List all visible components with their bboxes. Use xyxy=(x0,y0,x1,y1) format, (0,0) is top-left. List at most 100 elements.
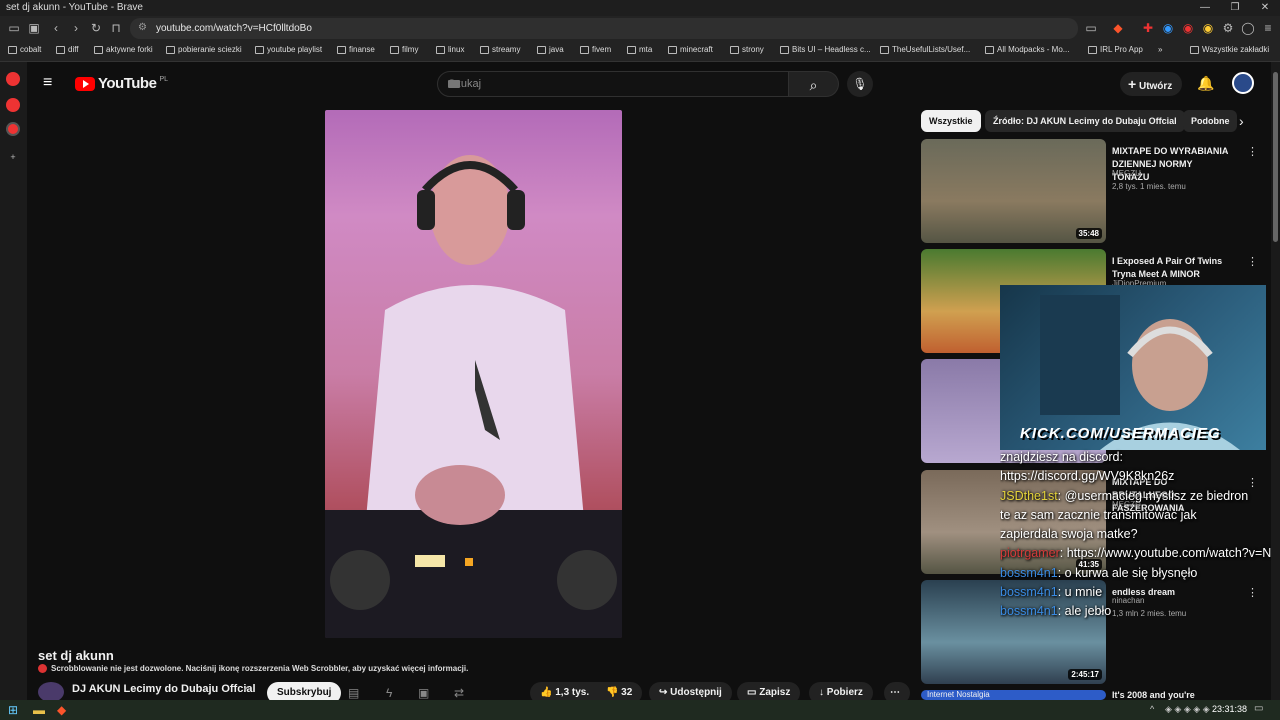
save-icon: ▭ xyxy=(747,687,757,698)
sidebar-toggle-icon[interactable]: ▭ xyxy=(6,20,22,36)
tray-chevron-icon[interactable]: ^ xyxy=(1150,704,1154,714)
search-button[interactable]: ⌕ xyxy=(789,71,839,97)
extension-icon[interactable]: ✚ xyxy=(1140,20,1156,36)
bookmark-folder[interactable]: java xyxy=(537,45,564,54)
chat-username: bossm4n1 xyxy=(1000,585,1058,600)
video-player[interactable] xyxy=(325,110,622,638)
tabs-icon[interactable]: ▣ xyxy=(26,20,42,36)
lightning-icon[interactable]: ϟ xyxy=(386,686,392,700)
sidebar-app-icon[interactable] xyxy=(6,122,20,136)
extension-icon[interactable]: ◉ xyxy=(1160,20,1176,36)
forward-icon[interactable]: › xyxy=(68,20,84,36)
extension-icon[interactable]: ◉ xyxy=(1180,20,1196,36)
bookmark-folder[interactable]: minecraft xyxy=(668,45,713,54)
sidebar-app-icon[interactable] xyxy=(6,72,20,86)
folder-icon xyxy=(668,45,677,54)
bookmark-folder[interactable]: streamy xyxy=(480,45,520,54)
bookmarks-overflow[interactable]: » xyxy=(1158,45,1162,54)
profile-icon[interactable]: ◯ xyxy=(1240,20,1256,36)
address-bar[interactable]: ⚙ youtube.com/watch?v=HCf0lltdoBo xyxy=(130,18,1078,39)
bookmark-item[interactable]: diff xyxy=(56,45,79,54)
bookmark-folder[interactable]: mta xyxy=(627,45,652,54)
like-button[interactable]: 👍 1,3 tys. xyxy=(540,687,589,698)
share-icon: ↪ xyxy=(659,687,668,698)
add-panel-icon[interactable]: + xyxy=(6,150,20,164)
bookmark-item[interactable]: cobalt xyxy=(8,45,41,54)
rec-title[interactable]: I Exposed A Pair Of Twins Tryna Meet A M… xyxy=(1112,255,1232,281)
search-input[interactable]: Szukaj xyxy=(437,71,789,97)
close-icon[interactable]: ✕ xyxy=(1250,0,1280,16)
image-icon[interactable]: ▣ xyxy=(418,686,429,700)
sidebar-app-icon[interactable] xyxy=(6,98,20,112)
menu-icon[interactable]: ≡ xyxy=(1260,20,1276,36)
chevron-right-icon[interactable]: › xyxy=(1239,113,1244,129)
hamburger-menu-icon[interactable]: ≡ xyxy=(43,74,52,92)
avatar[interactable] xyxy=(1232,72,1254,94)
brave-taskbar-icon[interactable]: ◆ xyxy=(57,703,66,717)
bookmark-item[interactable]: Bits UI – Headless c... xyxy=(780,45,871,54)
thumbs-down-icon: 👎 xyxy=(605,687,619,698)
recommended-video[interactable]: 35:48 MIXTAPE DO WYRABIANIA DZIENNEJ NOR… xyxy=(921,139,1261,243)
verified-icon: ✔ xyxy=(243,684,250,693)
bookmark-item[interactable]: IRL Pro App xyxy=(1088,45,1143,54)
voice-search-button[interactable]: 🎙 xyxy=(847,71,873,97)
notifications-icon[interactable]: ▭ xyxy=(1254,703,1263,714)
rec-channel[interactable]: MEGZU xyxy=(1112,169,1141,178)
page-scrollbar[interactable] xyxy=(1271,62,1280,700)
document-icon[interactable]: ▤ xyxy=(348,686,359,700)
bookmark-folder[interactable]: strony xyxy=(730,45,764,54)
extension-icon[interactable]: ◉ xyxy=(1200,20,1216,36)
bookmark-item[interactable]: TheUsefulLists/Usef... xyxy=(880,45,970,54)
back-icon[interactable]: ‹ xyxy=(48,20,64,36)
windows-start-icon[interactable]: ⊞ xyxy=(8,703,18,717)
channel-name[interactable]: DJ AKUN Lecimy do Dubaju Offcial xyxy=(72,683,256,695)
bookmark-item[interactable]: pobieranie sciezki xyxy=(166,45,242,54)
recommended-video[interactable]: Internet Nostalgia It's 2008 and you're … xyxy=(921,690,1261,700)
site-info-icon[interactable]: ⚙ xyxy=(138,22,147,33)
folder-icon xyxy=(480,45,489,54)
extensions-menu-icon[interactable]: ⚙ xyxy=(1220,20,1236,36)
repeat-icon[interactable]: ⇄ xyxy=(454,686,464,700)
rec-title[interactable]: It's 2008 and you're listening to xyxy=(1112,690,1232,700)
bookmark-folder[interactable]: finanse xyxy=(337,45,375,54)
keyboard-icon[interactable] xyxy=(448,80,460,88)
clock: 23:31:38 xyxy=(1212,704,1248,714)
more-options-icon[interactable]: ⋮ xyxy=(1247,255,1258,268)
chip-source[interactable]: Źródło: DJ AKUN Lecimy do Dubaju Offcial xyxy=(985,110,1185,132)
bookmark-folder[interactable]: filmy xyxy=(390,45,418,54)
file-explorer-icon[interactable]: ▬ xyxy=(33,703,45,717)
youtube-logo[interactable]: YouTube PL xyxy=(75,75,168,92)
scrollbar-thumb[interactable] xyxy=(1273,72,1278,242)
folder-icon xyxy=(580,45,589,54)
bookmark-item[interactable]: All Modpacks - Mo... xyxy=(985,45,1069,54)
reload-icon[interactable]: ↻ xyxy=(88,20,104,36)
bookmark-folder[interactable]: linux xyxy=(436,45,464,54)
cast-icon[interactable]: ▭ xyxy=(1083,20,1099,36)
scrobbler-icon xyxy=(38,664,47,673)
rec-title[interactable]: MIXTAPE DO WYRABIANIA DZIENNEJ NORMY TON… xyxy=(1112,145,1232,184)
minimize-icon[interactable]: — xyxy=(1190,0,1220,16)
create-button[interactable]: + Utwórz xyxy=(1120,72,1182,96)
chip-all[interactable]: Wszystkie xyxy=(921,110,981,132)
more-options-icon[interactable]: ⋮ xyxy=(1247,145,1258,158)
dislike-button[interactable]: 👎 32 xyxy=(606,687,632,698)
brave-shield-icon[interactable]: ◆ xyxy=(1110,20,1126,36)
bookmark-folder[interactable]: fivem xyxy=(580,45,611,54)
chip-similar[interactable]: Podobne xyxy=(1183,110,1237,132)
bookmark-favicon-icon xyxy=(94,45,103,54)
bookmark-item[interactable]: youtube playlist xyxy=(255,45,322,54)
video-thumbnail[interactable]: Internet Nostalgia xyxy=(921,690,1106,700)
taskbar: ⊞ ▬ ◆ ^ ◈ ◈ ◈ ◈ ◈ 23:31:38 ▭ xyxy=(0,700,1280,720)
bookmarks-bar: cobalt diff aktywne forki pobieranie sci… xyxy=(0,41,1280,62)
all-bookmarks-folder[interactable]: Wszystkie zakładki xyxy=(1190,45,1269,54)
restore-icon[interactable]: ❐ xyxy=(1220,0,1250,16)
logo-text: YouTube xyxy=(98,75,157,92)
bookmark-item[interactable]: aktywne forki xyxy=(94,45,153,54)
video-thumbnail[interactable]: 35:48 xyxy=(921,139,1106,243)
video-frame xyxy=(325,155,622,638)
tray-icons[interactable]: ◈ ◈ ◈ ◈ ◈ xyxy=(1165,704,1210,715)
notifications-bell-icon[interactable]: 🔔 xyxy=(1197,75,1214,92)
chat-username: bossm4n1 xyxy=(1000,565,1058,580)
channel-avatar[interactable] xyxy=(38,682,64,702)
bookmark-icon[interactable]: ⊓ xyxy=(108,20,124,36)
